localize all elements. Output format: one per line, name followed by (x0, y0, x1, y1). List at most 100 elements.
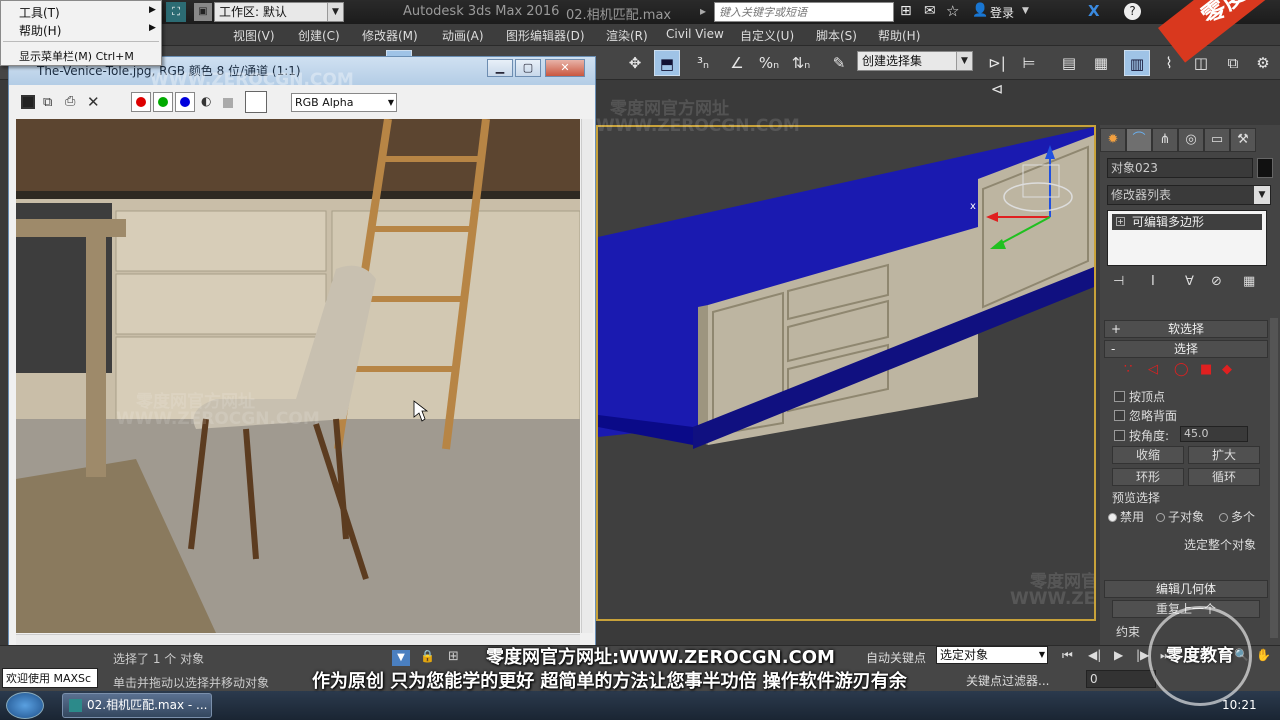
menu-rendering[interactable]: 渲染(R) (606, 27, 648, 44)
create-tab-icon[interactable]: ✹ (1100, 128, 1126, 152)
lock-icon[interactable]: 🔒 (420, 649, 435, 663)
menu-animation[interactable]: 动画(A) (442, 27, 484, 44)
edit-named-sel-icon[interactable]: ✎ (826, 50, 852, 76)
search-input[interactable]: 键入关键字或短语 (714, 2, 894, 22)
mono-icon[interactable] (223, 98, 233, 108)
preview-subobj-radio[interactable] (1156, 513, 1165, 522)
goto-start-icon[interactable]: ⏮ (1062, 648, 1073, 663)
menu-scripting[interactable]: 脚本(S) (816, 27, 857, 44)
menu-item-tools[interactable]: 工具(T) (19, 4, 60, 21)
modifier-stack-item[interactable]: + 可编辑多边形 (1112, 214, 1262, 230)
perspective-viewport[interactable]: x 零度网官方网址 WWW.ZEROCGN.COM (596, 125, 1096, 621)
menu-graph-editors[interactable]: 图形编辑器(D) (506, 27, 585, 44)
preview-subobj-option[interactable]: 子对象 (1156, 508, 1204, 525)
user-icon[interactable]: 👤 (972, 3, 988, 18)
red-channel-button[interactable] (131, 92, 151, 112)
menu-item-help[interactable]: 帮助(H) (19, 22, 61, 39)
login-dropdown-icon[interactable]: ▼ (1022, 6, 1029, 16)
expand-icon[interactable]: + (1116, 217, 1125, 226)
by-vertex-option[interactable]: 按顶点 (1114, 388, 1165, 405)
selection-rollout[interactable]: - 选择 (1104, 340, 1268, 358)
by-angle-checkbox[interactable] (1114, 430, 1125, 441)
save-image-icon[interactable] (21, 95, 35, 109)
selection-lock-icon[interactable]: ▼ (392, 650, 410, 666)
abs-mode-icon[interactable]: ⊞ (448, 649, 459, 664)
ignore-backfacing-checkbox[interactable] (1114, 410, 1125, 421)
object-name-field[interactable]: 对象023 (1107, 158, 1253, 178)
selected-object-select[interactable]: 选定对象 ▼ (936, 646, 1048, 664)
menu-modifiers[interactable]: 修改器(M) (362, 27, 418, 44)
pan-icon[interactable]: ✋ (1256, 648, 1271, 662)
prev-frame-icon[interactable]: ◀| (1088, 648, 1101, 662)
angle-spinner[interactable]: 45.0 (1180, 426, 1248, 442)
menu-help[interactable]: 帮助(H) (878, 27, 920, 44)
ring-button[interactable]: 环形 (1112, 468, 1184, 486)
align-icon[interactable]: ⊨ (1016, 50, 1042, 76)
preview-multi-option[interactable]: 多个 (1219, 508, 1255, 525)
community-icon[interactable]: ✉ (924, 3, 936, 19)
preview-multi-radio[interactable] (1219, 513, 1228, 522)
show-end-result-icon[interactable]: Ⅰ (1151, 274, 1155, 289)
make-unique-icon[interactable]: ∀ (1185, 274, 1194, 289)
login-link[interactable]: 登录 (990, 4, 1014, 21)
soft-selection-rollout[interactable]: + 软选择 (1104, 320, 1268, 338)
menu-create[interactable]: 创建(C) (298, 27, 340, 44)
border-icon[interactable]: ◯ (1174, 362, 1189, 377)
green-channel-button[interactable] (153, 92, 173, 112)
angle-snap-icon[interactable]: ∠ (724, 50, 750, 76)
display-tab-icon[interactable]: ▭ (1204, 128, 1230, 152)
frame-buffer-window[interactable]: The-Venice-Tole.jpg, RGB 颜色 8 位/通道 (1:1)… (8, 56, 596, 646)
named-selection-set[interactable]: 创建选择集 ▼ (857, 51, 973, 71)
modifier-stack[interactable]: + 可编辑多边形 (1107, 210, 1267, 266)
minimize-button[interactable]: ▁ (487, 59, 513, 77)
command-panel-scrollbar[interactable] (1270, 318, 1278, 638)
menu-view[interactable]: 视图(V) (233, 27, 275, 44)
frame-field[interactable]: 0 (1086, 670, 1156, 688)
mirror-icon[interactable]: ⊳|⊲ (984, 50, 1010, 98)
preview-off-option[interactable]: 禁用 (1108, 508, 1144, 525)
remove-modifier-icon[interactable]: ⊘ (1211, 274, 1222, 289)
move-icon[interactable]: ✥ (622, 50, 648, 76)
clear-icon[interactable]: ✕ (87, 93, 100, 111)
configure-sets-icon[interactable]: ▦ (1243, 274, 1255, 289)
polygon-icon[interactable]: ■ (1200, 362, 1212, 377)
print-icon[interactable]: ⎙ (65, 94, 75, 109)
modify-tab-icon[interactable]: ⌒ (1126, 128, 1152, 152)
select-move-icon[interactable]: ⬒ (654, 50, 680, 76)
preview-off-radio[interactable] (1108, 513, 1117, 522)
menu-item-show-menubar[interactable]: 显示菜单栏(M) Ctrl+M (19, 48, 134, 64)
vertex-icon[interactable]: ∵ (1124, 362, 1132, 377)
key-filters-button[interactable]: 关键点过滤器... (966, 672, 1049, 689)
blue-channel-button[interactable] (175, 92, 195, 112)
workspace-icon[interactable]: ▣ (194, 3, 212, 21)
by-angle-option[interactable]: 按角度: (1114, 427, 1169, 444)
clock[interactable]: 10:21 (1222, 698, 1257, 712)
maxscript-listener[interactable]: 欢迎使用 MAXSc (2, 668, 98, 688)
ignore-backfacing-option[interactable]: 忽略背面 (1114, 407, 1177, 424)
close-button[interactable]: ✕ (545, 59, 585, 77)
modifier-list-select[interactable]: 修改器列表 ▼ (1107, 185, 1271, 205)
vertical-scrollbar[interactable] (581, 119, 593, 633)
autokey-button[interactable]: 自动关键点 (866, 649, 926, 666)
help-icon[interactable]: ? (1124, 3, 1141, 20)
start-button[interactable] (6, 692, 44, 719)
percent-snap-icon[interactable]: %ₙ (756, 50, 782, 76)
maximize-button[interactable]: ▢ (515, 59, 541, 77)
channel-select[interactable]: RGB Alpha ▼ (291, 93, 397, 112)
exchange-icon[interactable]: X (1088, 2, 1100, 20)
favorites-icon[interactable]: ☆ (946, 2, 959, 20)
select-whole-object[interactable]: 选定整个对象 (1184, 536, 1256, 553)
scene-explorer-icon[interactable]: ▦ (1088, 50, 1114, 76)
object-color-swatch[interactable] (1257, 158, 1273, 178)
shrink-button[interactable]: 收缩 (1112, 446, 1184, 464)
workspace-select[interactable]: 工作区: 默认 ▼ (214, 2, 344, 22)
clone-window-icon[interactable]: ⧉ (43, 95, 52, 110)
motion-tab-icon[interactable]: ◎ (1178, 128, 1204, 152)
by-vertex-checkbox[interactable] (1114, 391, 1125, 402)
utilities-tab-icon[interactable]: ⚒ (1230, 128, 1256, 152)
layer-manager-icon[interactable]: ▤ (1056, 50, 1082, 76)
element-icon[interactable]: ◆ (1222, 362, 1232, 377)
edge-icon[interactable]: ◁ (1148, 362, 1158, 377)
play-icon[interactable]: ▶ (1114, 648, 1123, 662)
snap-icon[interactable]: ³ₙ (690, 50, 716, 76)
